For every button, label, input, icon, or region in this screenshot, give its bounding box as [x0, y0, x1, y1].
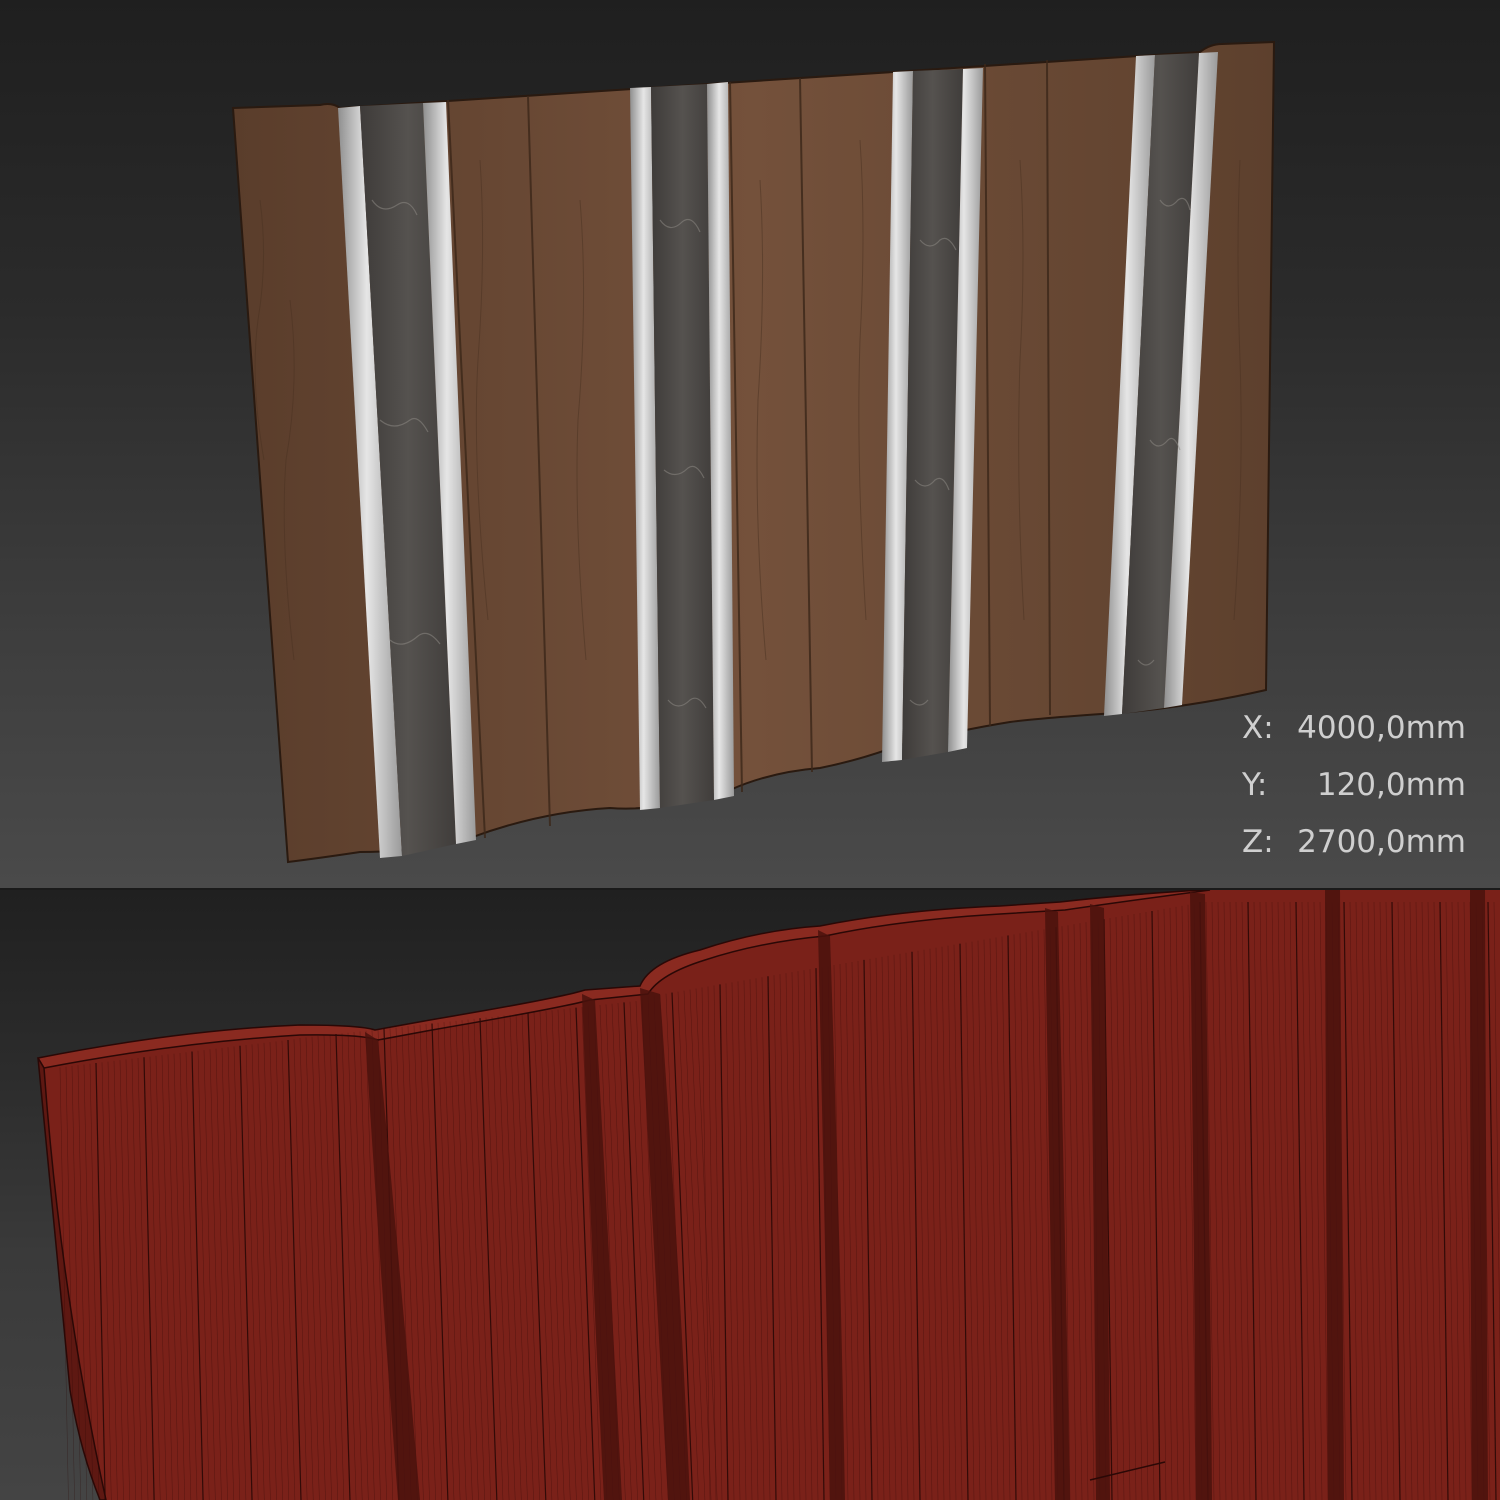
dimension-x-value: 4000,0mm — [1297, 710, 1466, 746]
dimension-y-value: 120,0mm — [1316, 767, 1466, 803]
dimension-z-axis: Z: — [1242, 824, 1274, 860]
dimension-y-axis: Y: — [1242, 767, 1268, 803]
top-viewport-textured[interactable]: X: 4000,0mm Y: 120,0mm Z: 2700,0mm — [0, 0, 1500, 888]
wireframe-panel-surface — [38, 890, 1500, 1500]
dimension-y: Y: 120,0mm — [1242, 757, 1482, 814]
inlay-strip-2 — [630, 82, 734, 810]
dimension-z: Z: 2700,0mm — [1242, 814, 1482, 871]
dimension-x-axis: X: — [1242, 710, 1274, 746]
dimension-z-value: 2700,0mm — [1297, 824, 1466, 860]
dimension-x: X: 4000,0mm — [1242, 700, 1482, 757]
inlay-strip-3 — [882, 68, 983, 762]
wireframe-panel-render — [36, 890, 1500, 1500]
bottom-viewport-wireframe[interactable] — [0, 890, 1500, 1500]
dimension-readout: X: 4000,0mm Y: 120,0mm Z: 2700,0mm — [1242, 700, 1482, 871]
